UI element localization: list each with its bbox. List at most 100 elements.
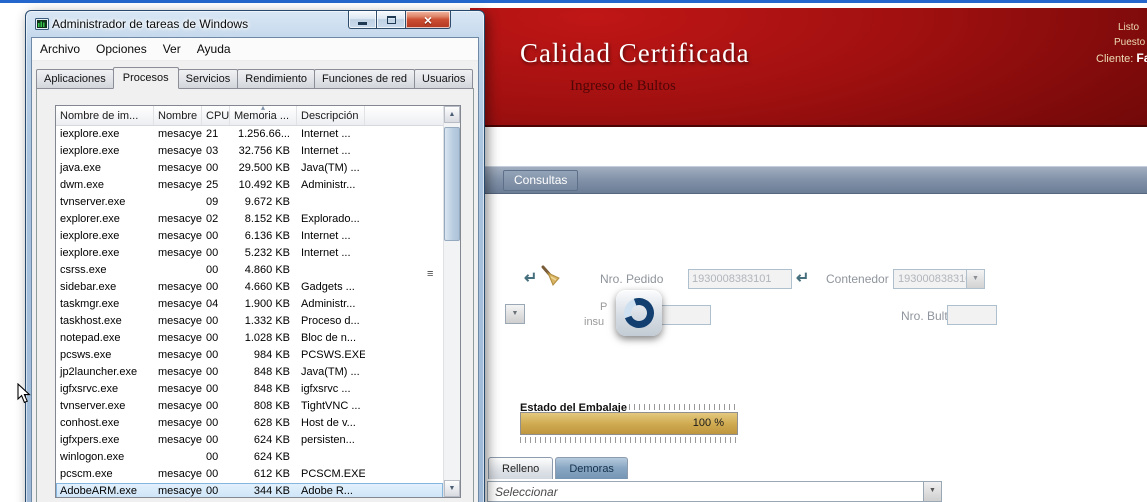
process-cpu: 00 (206, 366, 219, 378)
tab-demoras[interactable]: Demoras (555, 457, 628, 479)
hidden-combobox-arrow[interactable]: ▼ (505, 304, 525, 324)
page-top-accent-bar (0, 0, 1147, 3)
listview-header: Nombre de im...Nombre ...CPUMemoria ...▴… (56, 106, 443, 126)
bulto-input[interactable] (947, 305, 997, 325)
process-row[interactable]: dwm.exe mesacye3 25 10.492 KB Administr... (56, 177, 443, 194)
process-name: csrss.exe (60, 264, 107, 276)
tm-tab-usuarios[interactable]: Usuarios (414, 69, 474, 89)
process-cpu: 00 (206, 451, 219, 463)
tm-tab-funciones-de-red[interactable]: Funciones de red (314, 69, 416, 89)
dropdown-placeholder: Seleccionar (495, 485, 558, 499)
process-cpu: 00 (206, 417, 219, 429)
process-row[interactable]: pcscm.exe mesacye3 00 612 KB PCSCM.EXE (56, 466, 443, 483)
scrollbar-thumb[interactable] (444, 127, 460, 241)
column-header-1[interactable]: Nombre ... (154, 106, 202, 125)
process-name: java.exe (60, 162, 101, 174)
process-row[interactable]: igfxpers.exe mesacye3 00 624 KB persisten... (56, 432, 443, 449)
process-name: taskmgr.exe (60, 298, 120, 310)
process-mem: 8.152 KB (244, 213, 290, 225)
process-desc: PCSCM.EXE (301, 468, 365, 480)
column-header-2[interactable]: CPU (202, 106, 230, 125)
process-row[interactable]: taskmgr.exe mesacye3 04 1.900 KB Administr..… (56, 296, 443, 313)
process-row[interactable]: winlogon.exe 00 624 KB (56, 449, 443, 466)
process-user: mesacye3 (158, 162, 202, 174)
progress-value: 100 % (692, 417, 724, 429)
chevron-down-icon[interactable]: ▼ (923, 482, 941, 501)
tm-tab-servicios[interactable]: Servicios (177, 69, 239, 89)
clean-brush-icon[interactable] (539, 264, 563, 295)
process-row[interactable]: taskhost.exe mesacye3 00 1.332 KB Proceso d.… (56, 313, 443, 330)
process-user: mesacye3 (158, 298, 202, 310)
contenedor-value: 193000838310 (898, 273, 966, 285)
tm-menu-ver[interactable]: Ver (155, 38, 189, 59)
process-mem: 612 KB (253, 468, 290, 480)
scroll-down-button[interactable]: ▼ (444, 480, 460, 497)
process-row[interactable]: AdobeARM.exe mesacye3 00 344 KB Adobe R... (56, 483, 443, 497)
process-row[interactable]: igfxsrvc.exe mesacye3 00 848 KB igfxsrvc ... (56, 381, 443, 398)
return-arrow-icon[interactable]: ↵ (796, 268, 809, 288)
pedido-input[interactable] (688, 269, 792, 289)
process-row[interactable]: explorer.exe mesacye3 02 8.152 KB Explorado.… (56, 211, 443, 228)
process-name: pcscm.exe (60, 468, 113, 480)
process-row[interactable]: iexplore.exe mesacye3 00 6.136 KB Internet .… (56, 228, 443, 245)
close-button[interactable]: × (406, 11, 451, 29)
tm-tabstrip: Aplicaciones Procesos Servicios Rendimiento… (36, 66, 474, 89)
process-name: iexplore.exe (60, 128, 120, 140)
process-user: mesacye3 (158, 366, 202, 378)
tm-menu-archivo[interactable]: Archivo (32, 38, 88, 59)
sort-arrow-icon: ▴ (260, 106, 266, 112)
column-header-3[interactable]: Memoria ... ▴ (230, 106, 297, 125)
column-header-4[interactable]: Descripción (297, 106, 365, 125)
process-user: mesacye3 (158, 417, 202, 429)
minimize-button[interactable] (348, 11, 377, 29)
process-name: iexplore.exe (60, 230, 120, 242)
process-row[interactable]: csrss.exe 00 4.860 KB (56, 262, 443, 279)
seleccionar-dropdown[interactable]: Seleccionar ▼ (487, 481, 942, 502)
process-user: mesacye3 (158, 400, 202, 412)
process-name: tvnserver.exe (60, 196, 126, 208)
process-row[interactable]: pcsws.exe mesacye3 00 984 KB PCSWS.EXE (56, 347, 443, 364)
process-mem: 9.672 KB (244, 196, 290, 208)
process-row[interactable]: sidebar.exe mesacye3 00 4.660 KB Gadgets ... (56, 279, 443, 296)
menu-item-consultas[interactable]: Consultas (503, 170, 579, 191)
column-header-0[interactable]: Nombre de im... (56, 106, 154, 125)
process-row[interactable]: jp2launcher.exe mesacye3 00 848 KB Java(TM) … (56, 364, 443, 381)
process-user: mesacye3 (158, 281, 202, 293)
window-titlebar[interactable]: Administrador de tareas de Windows × (26, 11, 484, 37)
listview-body: iexplore.exe mesacye3 21 1.256.66... Interne… (56, 126, 443, 497)
process-row[interactable]: java.exe mesacye3 00 29.500 KB Java(TM) ... (56, 160, 443, 177)
process-row[interactable]: notepad.exe mesacye3 00 1.028 KB Bloc de n..… (56, 330, 443, 347)
process-row[interactable]: tvnserver.exe mesacye3 00 808 KB TightVNC ..… (56, 398, 443, 415)
process-cpu: 09 (206, 196, 219, 208)
tm-menu-opciones[interactable]: Opciones (88, 38, 155, 59)
tm-tab-procesos[interactable]: Procesos (112, 67, 179, 89)
process-desc: Explorado... (301, 213, 360, 225)
process-desc: Bloc de n... (301, 332, 357, 344)
process-row[interactable]: conhost.exe mesacye3 00 628 KB Host de v... (56, 415, 443, 432)
contenedor-combobox[interactable]: 193000838310 ▼ (893, 269, 985, 289)
screen: Calidad Certificada Ingreso de Bultos Li… (0, 0, 1147, 502)
process-desc: Internet ... (301, 230, 351, 242)
tm-menu-ayuda[interactable]: Ayuda (189, 38, 239, 59)
vertical-scrollbar[interactable]: ▲ ▼ (443, 106, 460, 497)
occluded-text-fragment: insu (584, 316, 605, 328)
chevron-down-icon[interactable]: ▼ (966, 270, 984, 288)
tm-tab-aplicaciones[interactable]: Aplicaciones (36, 69, 114, 89)
process-mem: 1.028 KB (244, 332, 290, 344)
tm-tab-rendimiento[interactable]: Rendimiento (237, 69, 316, 89)
return-arrow-icon[interactable]: ↵ (524, 268, 537, 288)
task-manager-icon (35, 17, 49, 36)
process-row[interactable]: iexplore.exe mesacye3 21 1.256.66... Interne… (56, 126, 443, 143)
client-label: Cliente: (1096, 53, 1134, 65)
scroll-up-button[interactable]: ▲ (444, 106, 460, 123)
maximize-button[interactable] (377, 11, 406, 29)
process-row[interactable]: iexplore.exe mesacye3 00 5.232 KB Internet .… (56, 245, 443, 262)
process-row[interactable]: tvnserver.exe 09 9.672 KB (56, 194, 443, 211)
tab-relleno[interactable]: Relleno (488, 457, 554, 479)
task-manager-window: Administrador de tareas de Windows × Arc… (25, 10, 485, 502)
process-row[interactable]: iexplore.exe mesacye3 03 32.756 KB Internet … (56, 143, 443, 160)
process-mem: 848 KB (253, 383, 290, 395)
mouse-cursor (17, 382, 31, 409)
close-icon: × (423, 11, 433, 28)
process-cpu: 00 (206, 485, 219, 497)
